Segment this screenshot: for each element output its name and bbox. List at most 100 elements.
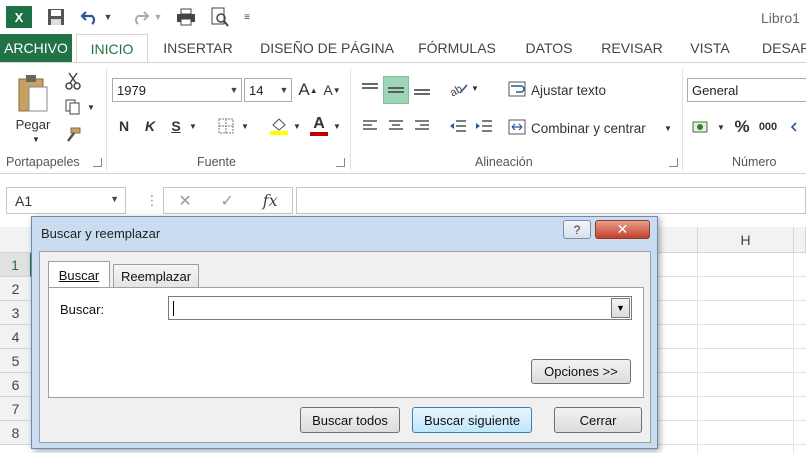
- align-bottom-icon[interactable]: [410, 76, 434, 102]
- font-color-icon[interactable]: A: [306, 113, 332, 139]
- wrap-text-button[interactable]: Ajustar texto: [508, 78, 672, 102]
- find-input[interactable]: ▼: [168, 296, 632, 320]
- name-box[interactable]: A1 ▼: [6, 187, 126, 214]
- align-middle-icon[interactable]: [383, 76, 409, 104]
- print-preview-icon[interactable]: [208, 6, 232, 28]
- font-size-combo[interactable]: 14 ▼: [244, 78, 292, 102]
- row-header-1[interactable]: 1: [0, 253, 32, 277]
- tab-revisar[interactable]: REVISAR: [594, 34, 670, 62]
- copy-icon[interactable]: [62, 97, 84, 117]
- group-label-portapapeles: Portapapeles: [6, 155, 80, 169]
- bold-button[interactable]: N: [114, 115, 134, 137]
- italic-button[interactable]: K: [140, 115, 160, 137]
- decrease-indent-icon[interactable]: [446, 115, 470, 137]
- cancel-icon[interactable]: ✕: [178, 191, 191, 211]
- find-all-button[interactable]: Buscar todos: [300, 407, 400, 433]
- orientation-dropdown-icon[interactable]: ▼: [470, 81, 480, 95]
- accounting-format-icon[interactable]: [688, 116, 716, 138]
- chevron-down-icon[interactable]: ▼: [227, 79, 241, 101]
- select-all-corner[interactable]: [0, 227, 32, 253]
- tab-reemplazar[interactable]: Reemplazar: [113, 264, 199, 288]
- comma-style-button[interactable]: 000: [756, 116, 780, 138]
- insert-function-icon[interactable]: fx: [263, 191, 278, 210]
- percent-style-button[interactable]: %: [732, 116, 752, 138]
- print-icon[interactable]: [174, 6, 198, 28]
- undo-icon[interactable]: [78, 6, 102, 28]
- font-launcher-icon[interactable]: [336, 158, 345, 167]
- merge-center-button[interactable]: Combinar y centrar: [508, 116, 660, 140]
- row-header-5[interactable]: 5: [0, 349, 32, 373]
- merge-dropdown-icon[interactable]: ▼: [662, 121, 674, 135]
- row-header-2[interactable]: 2: [0, 277, 32, 301]
- tab-vista[interactable]: VISTA: [680, 34, 740, 62]
- customize-qat-icon[interactable]: ≡: [240, 6, 254, 28]
- options-button[interactable]: Opciones >>: [531, 359, 631, 384]
- find-next-button[interactable]: Buscar siguiente: [412, 407, 532, 433]
- shrink-font-button[interactable]: A ▼: [322, 79, 342, 101]
- fill-color-dropdown-icon[interactable]: ▼: [292, 119, 302, 133]
- font-size-value: 14: [249, 82, 264, 98]
- underline-dropdown-icon[interactable]: ▼: [188, 119, 198, 133]
- paste-dropdown-icon[interactable]: ▼: [30, 133, 42, 145]
- tab-formulas[interactable]: FÓRMULAS: [412, 34, 502, 62]
- paste-button[interactable]: Pegar: [12, 115, 54, 133]
- tab-archivo[interactable]: ARCHIVO: [0, 34, 72, 62]
- dialog-body: Buscar Reemplazar Buscar: ▼ Opciones >> …: [39, 251, 651, 443]
- align-right-icon[interactable]: [410, 115, 434, 137]
- cut-icon[interactable]: [62, 71, 84, 91]
- close-button[interactable]: Cerrar: [554, 407, 642, 433]
- ribbon: Pegar ▼ ▼ Portapapeles 1979 ▼ 14 ▼ A ▲ A ▼…: [0, 62, 806, 174]
- font-color-dropdown-icon[interactable]: ▼: [332, 119, 342, 133]
- align-top-icon[interactable]: [358, 76, 382, 102]
- formula-input[interactable]: [296, 187, 806, 214]
- chevron-down-icon[interactable]: ▼: [110, 194, 119, 204]
- increase-indent-icon[interactable]: [472, 115, 496, 137]
- grow-font-button[interactable]: A ▲: [298, 79, 318, 101]
- copy-dropdown-icon[interactable]: ▼: [86, 101, 96, 113]
- underline-button[interactable]: S: [166, 115, 186, 137]
- tab-desarrollador[interactable]: DESARR: [752, 34, 806, 62]
- row-header-6[interactable]: 6: [0, 373, 32, 397]
- wrap-text-icon: [508, 81, 526, 100]
- dialog-title: Buscar y reemplazar: [41, 226, 161, 241]
- orientation-icon[interactable]: ab: [446, 76, 470, 102]
- font-name-combo[interactable]: 1979 ▼: [112, 78, 242, 102]
- chevron-down-icon[interactable]: ▼: [277, 79, 291, 101]
- alignment-launcher-icon[interactable]: [669, 158, 678, 167]
- align-center-icon[interactable]: [384, 115, 408, 137]
- tab-datos[interactable]: DATOS: [514, 34, 584, 62]
- save-icon[interactable]: [44, 6, 68, 28]
- number-format-combo[interactable]: General: [687, 78, 806, 102]
- group-separator: [106, 69, 107, 171]
- number-format-value: General: [692, 82, 739, 98]
- paste-icon[interactable]: [10, 71, 56, 115]
- tab-insertar[interactable]: INSERTAR: [155, 34, 241, 62]
- borders-dropdown-icon[interactable]: ▼: [240, 119, 250, 133]
- tab-inicio[interactable]: INICIO: [76, 34, 148, 63]
- column-header-h[interactable]: H: [698, 227, 794, 253]
- redo-dropdown-icon[interactable]: ▼: [152, 6, 164, 28]
- borders-icon[interactable]: [214, 115, 238, 137]
- row-header-3[interactable]: 3: [0, 301, 32, 325]
- align-left-icon[interactable]: [358, 115, 382, 137]
- group-separator: [350, 69, 351, 171]
- close-icon[interactable]: ✕: [595, 220, 650, 239]
- accounting-dropdown-icon[interactable]: ▼: [716, 120, 726, 134]
- fill-color-icon[interactable]: [266, 113, 292, 139]
- formula-buttons: ✕ ✓ fx: [163, 187, 293, 214]
- redo-icon[interactable]: [128, 6, 152, 28]
- tab-buscar[interactable]: Buscar: [48, 261, 110, 288]
- undo-dropdown-icon[interactable]: ▼: [102, 6, 114, 28]
- column-header-i[interactable]: [794, 227, 806, 253]
- row-header-7[interactable]: 7: [0, 397, 32, 421]
- clipboard-launcher-icon[interactable]: [93, 158, 102, 167]
- increase-decimal-icon[interactable]: [788, 116, 806, 138]
- excel-logo-icon[interactable]: X: [6, 6, 32, 28]
- tab-diseno-pagina[interactable]: DISEÑO DE PÁGINA: [252, 34, 402, 62]
- row-header-4[interactable]: 4: [0, 325, 32, 349]
- row-header-8[interactable]: 8: [0, 421, 32, 445]
- format-painter-icon[interactable]: [62, 125, 84, 145]
- help-button[interactable]: ?: [563, 220, 591, 239]
- chevron-down-icon[interactable]: ▼: [611, 298, 630, 318]
- enter-icon[interactable]: ✓: [221, 191, 234, 211]
